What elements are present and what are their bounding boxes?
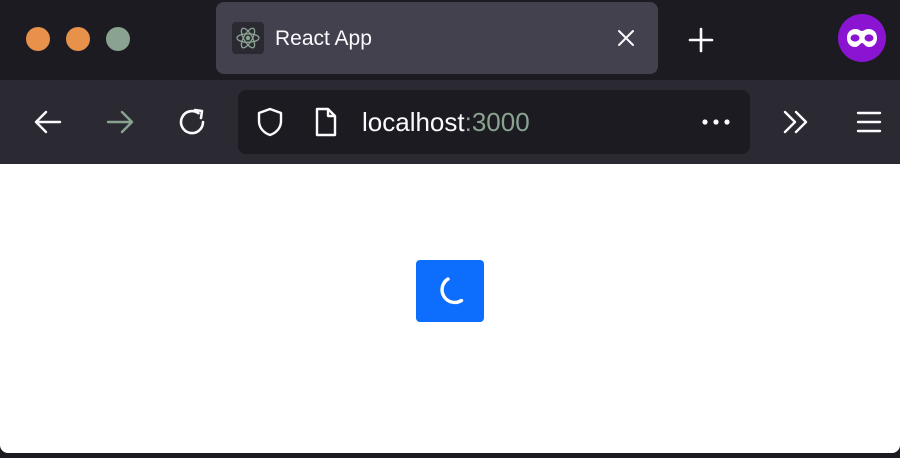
url-text[interactable]: localhost:3000	[362, 107, 530, 137]
url-host: localhost	[362, 107, 465, 137]
app-menu-button[interactable]	[854, 106, 886, 138]
loading-button[interactable]	[416, 260, 484, 322]
page-icon[interactable]	[312, 106, 340, 138]
chevron-double-right-icon	[783, 110, 808, 134]
shield-icon[interactable]	[254, 106, 286, 138]
plus-icon	[688, 27, 714, 53]
url-port: :3000	[464, 107, 530, 137]
tab-strip: React App	[0, 0, 900, 80]
more-horizontal-icon[interactable]	[700, 106, 732, 138]
reload-icon	[179, 108, 205, 135]
window-minimize-button[interactable]	[66, 27, 90, 51]
overflow-menu-button[interactable]	[780, 106, 812, 138]
tab-react-app[interactable]: React App	[216, 2, 658, 74]
reload-button[interactable]	[176, 106, 208, 138]
window-maximize-button[interactable]	[106, 27, 130, 51]
arrow-right-icon	[106, 110, 134, 134]
address-bar[interactable]: localhost:3000	[238, 90, 750, 154]
new-tab-button[interactable]	[687, 26, 715, 54]
navigation-toolbar: localhost:3000	[0, 80, 900, 164]
page-content	[0, 164, 900, 453]
window-close-button[interactable]	[26, 27, 50, 51]
react-atom-icon	[232, 22, 264, 54]
back-button[interactable]	[32, 106, 64, 138]
arrow-left-icon	[34, 110, 62, 134]
tab-title: React App	[275, 27, 372, 50]
browser-window: React App localhost:3000	[0, 0, 900, 458]
tab-close-icon[interactable]	[614, 26, 638, 50]
private-browsing-mask-icon[interactable]	[838, 14, 886, 62]
forward-button[interactable]	[104, 106, 136, 138]
hamburger-menu-icon	[856, 111, 882, 133]
spinner-icon	[440, 277, 464, 305]
